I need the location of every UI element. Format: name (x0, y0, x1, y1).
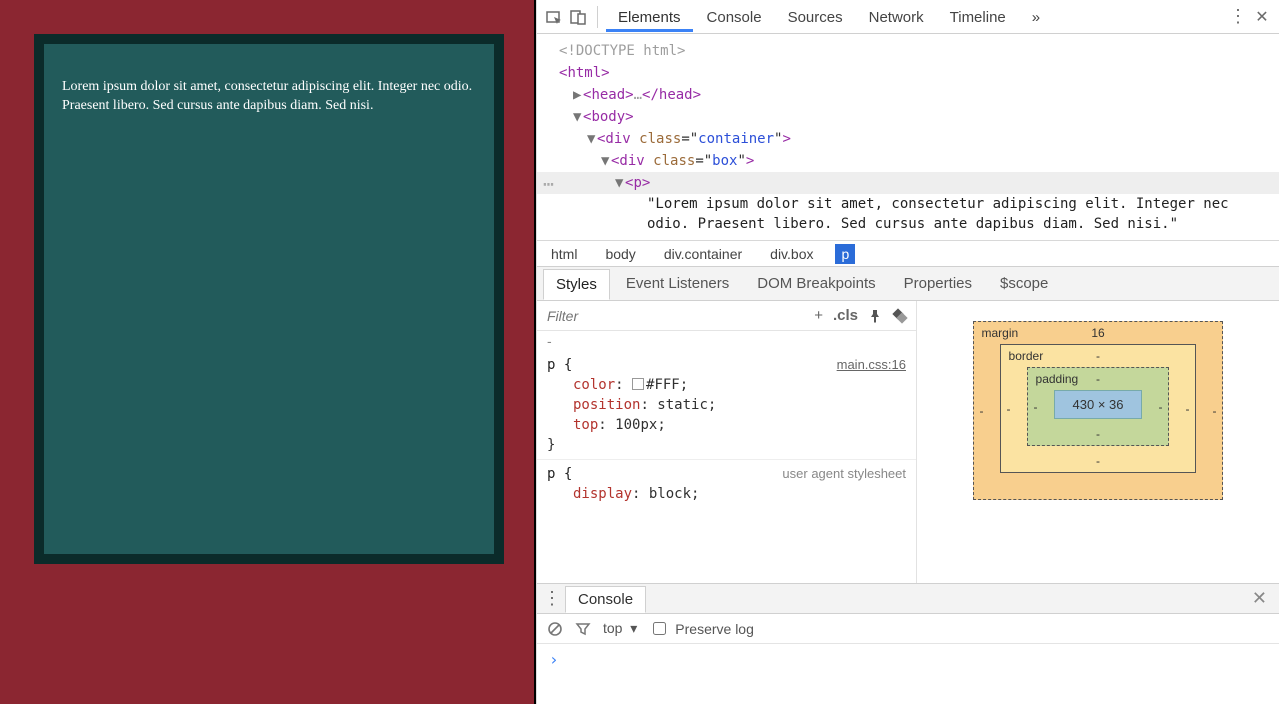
subtab-styles[interactable]: Styles (543, 269, 610, 300)
preserve-log-checkbox[interactable]: Preserve log (649, 619, 754, 638)
devtools-panel: Elements Console Sources Network Timelin… (536, 0, 1279, 704)
tab-overflow[interactable]: » (1020, 2, 1052, 32)
pin-icon[interactable] (868, 309, 882, 323)
context-selector[interactable]: top ▾ (603, 620, 637, 637)
drawer-menu-icon[interactable]: ⋮ (543, 588, 561, 609)
hover-icon[interactable] (892, 308, 908, 324)
dom-text-node[interactable]: "Lorem ipsum dolor sit amet, consectetur… (537, 194, 1279, 240)
dom-html[interactable]: html (567, 65, 601, 81)
tab-elements[interactable]: Elements (606, 2, 693, 32)
bm-margin[interactable]: margin 16 - - border - - - - (973, 321, 1224, 500)
css-rule-1[interactable]: p { main.css:16 color: #FFF; position: s… (537, 351, 916, 460)
crumb-p[interactable]: p (835, 244, 855, 264)
crumb-container[interactable]: div.container (658, 244, 748, 264)
rule2-source: user agent stylesheet (782, 464, 906, 484)
new-rule-button[interactable]: + (814, 306, 823, 326)
console-prompt[interactable]: › (537, 644, 1279, 704)
subtab-scope[interactable]: $scope (988, 269, 1060, 298)
rendered-container: Lorem ipsum dolor sit amet, consectetur … (34, 34, 504, 564)
bm-border[interactable]: border - - - - padding - - - (1000, 344, 1197, 473)
styles-subpanel: Styles Event Listeners DOM Breakpoints P… (537, 266, 1279, 583)
dom-selected-p[interactable]: ⋯▼<p> (537, 172, 1279, 194)
bm-padding[interactable]: padding - - - - 430 × 36 (1027, 367, 1170, 446)
dom-doctype: <!DOCTYPE html> (559, 43, 685, 59)
rule1-selector[interactable]: p { (547, 355, 572, 375)
page-viewport: Lorem ipsum dolor sit amet, consectetur … (0, 0, 536, 704)
close-icon[interactable]: ✕ (1251, 6, 1273, 28)
breadcrumb: html body div.container div.box p (537, 240, 1279, 266)
box-model-diagram: margin 16 - - border - - - - (917, 301, 1279, 583)
dom-tree[interactable]: <!DOCTYPE html> <html> ▶<head>…</head> ▼… (537, 34, 1279, 240)
dom-div-box[interactable]: box (712, 153, 737, 169)
tab-timeline[interactable]: Timeline (938, 2, 1018, 32)
console-drawer: ⋮ Console ✕ top ▾ Preserve log › (537, 583, 1279, 704)
styles-filter-input[interactable] (545, 307, 804, 325)
subtab-dom-breakpoints[interactable]: DOM Breakpoints (745, 269, 887, 298)
cls-toggle[interactable]: .cls (833, 306, 858, 326)
dom-div-container[interactable]: container (698, 131, 774, 147)
rule2-selector[interactable]: p { (547, 464, 572, 484)
clear-console-icon[interactable] (547, 621, 563, 637)
drawer-close-icon[interactable]: ✕ (1246, 588, 1273, 609)
bm-content[interactable]: 430 × 36 (1054, 390, 1143, 419)
devtools-toolbar: Elements Console Sources Network Timelin… (537, 0, 1279, 34)
tab-sources[interactable]: Sources (776, 2, 855, 32)
rule1-close: } (547, 435, 906, 455)
crumb-body[interactable]: body (599, 244, 641, 264)
css-rule-2[interactable]: p { user agent stylesheet display: block… (537, 460, 916, 508)
subtab-event-listeners[interactable]: Event Listeners (614, 269, 741, 298)
styles-rules: + .cls - p { main.css:16 color: #FFF; po… (537, 301, 917, 583)
subpanel-tabs: Styles Event Listeners DOM Breakpoints P… (537, 267, 1279, 301)
dom-head[interactable]: head (591, 87, 625, 103)
rule1-source-link[interactable]: main.css:16 (837, 355, 906, 375)
drawer-tab-console[interactable]: Console (565, 586, 646, 613)
subtab-properties[interactable]: Properties (892, 269, 984, 298)
inspect-icon[interactable] (543, 6, 565, 28)
rendered-box: Lorem ipsum dolor sit amet, consectetur … (44, 44, 494, 554)
crumb-html[interactable]: html (545, 244, 583, 264)
dom-body[interactable]: body (591, 109, 625, 125)
crumb-box[interactable]: div.box (764, 244, 819, 264)
tab-console[interactable]: Console (695, 2, 774, 32)
kebab-menu-icon[interactable]: ⋮ (1227, 6, 1249, 28)
filter-icon[interactable] (575, 621, 591, 637)
device-mode-icon[interactable] (567, 6, 589, 28)
rendered-paragraph: Lorem ipsum dolor sit amet, consectetur … (62, 78, 476, 116)
tab-network[interactable]: Network (857, 2, 936, 32)
